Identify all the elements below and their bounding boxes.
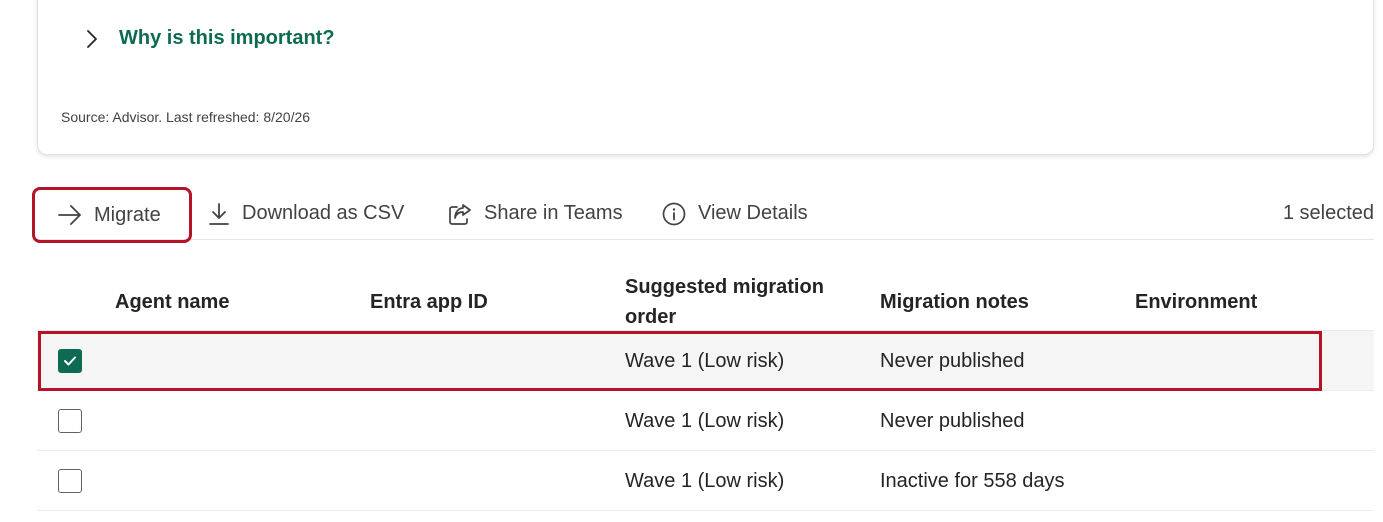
- download-label: Download as CSV: [242, 202, 405, 224]
- chevron-right-icon: [86, 29, 100, 49]
- cell-migration-notes: Inactive for 558 days: [880, 469, 1065, 492]
- column-header-environment[interactable]: Environment: [1135, 287, 1257, 317]
- column-header-migration-notes[interactable]: Migration notes: [880, 287, 1029, 317]
- download-icon: [209, 202, 229, 225]
- why-important-link[interactable]: Why is this important?: [119, 27, 335, 50]
- column-header-entra-app-id[interactable]: Entra app ID: [370, 287, 488, 317]
- view-details-button[interactable]: View Details: [662, 187, 808, 240]
- table-row[interactable]: Wave 1 (Low risk) Inactive for 558 days: [37, 451, 1374, 511]
- table-header: Agent name Entra app ID Suggested migrat…: [37, 270, 1374, 331]
- cell-migration-notes: Never published: [880, 409, 1025, 432]
- share-in-teams-button[interactable]: Share in Teams: [448, 187, 623, 240]
- download-csv-button[interactable]: Download as CSV: [208, 187, 404, 240]
- page: Why is this important? Source: Advisor. …: [0, 0, 1383, 522]
- share-icon: [449, 203, 471, 225]
- agents-table: Agent name Entra app ID Suggested migrat…: [37, 270, 1374, 511]
- column-header-agent-name[interactable]: Agent name: [115, 287, 229, 317]
- migrate-label: Migrate: [94, 203, 161, 226]
- selected-count: 1 selected: [1282, 202, 1374, 224]
- table-row[interactable]: Wave 1 (Low risk) Never published: [37, 391, 1374, 451]
- migrate-button[interactable]: Migrate: [32, 187, 192, 243]
- column-header-migration-order[interactable]: Suggested migration order: [625, 272, 855, 332]
- info-icon: [662, 202, 686, 225]
- why-important-toggle[interactable]: Why is this important?: [86, 27, 335, 50]
- details-label: View Details: [698, 202, 808, 224]
- command-bar: Migrate Download as CSV Share in Teams V…: [32, 187, 1374, 243]
- recommendation-card: Why is this important? Source: Advisor. …: [37, 0, 1374, 155]
- row-checkbox[interactable]: [58, 349, 82, 373]
- arrow-right-icon: [58, 205, 81, 225]
- table-row[interactable]: Wave 1 (Low risk) Never published: [37, 331, 1374, 391]
- share-label: Share in Teams: [484, 202, 623, 224]
- checkmark-icon: [64, 356, 76, 366]
- cell-migration-order: Wave 1 (Low risk): [625, 409, 785, 432]
- cell-migration-notes: Never published: [880, 349, 1025, 372]
- cell-migration-order: Wave 1 (Low risk): [625, 469, 785, 492]
- source-text: Source: Advisor. Last refreshed: 8/20/26: [61, 109, 311, 125]
- row-checkbox[interactable]: [58, 469, 82, 493]
- cell-migration-order: Wave 1 (Low risk): [625, 349, 785, 372]
- row-checkbox[interactable]: [58, 409, 82, 433]
